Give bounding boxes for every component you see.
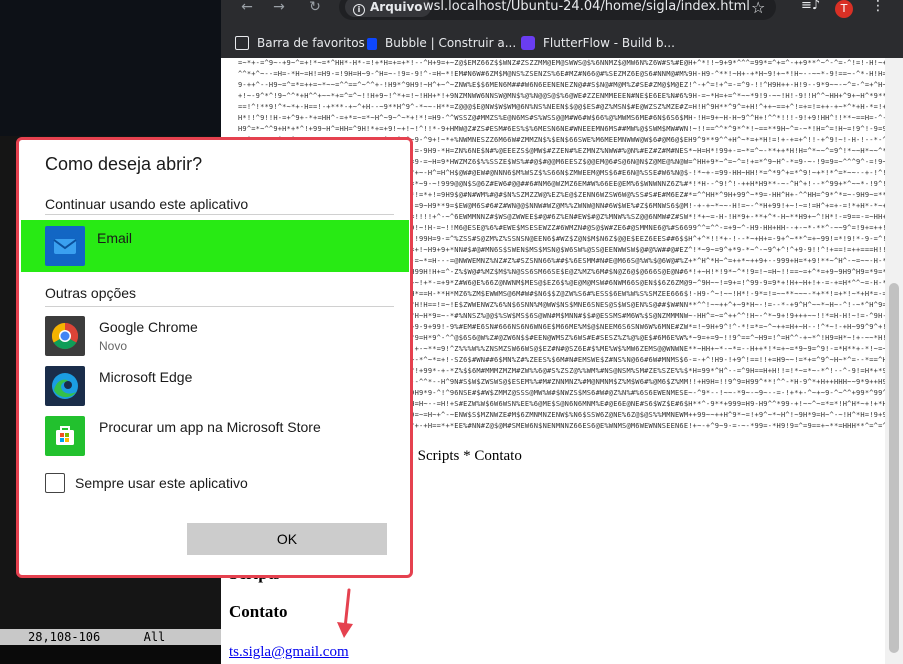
always-use-checkbox[interactable] bbox=[45, 473, 65, 493]
media-controls-icon[interactable]: ≡♪ bbox=[801, 0, 820, 13]
edge-icon bbox=[45, 366, 85, 406]
app-name: Email bbox=[97, 230, 133, 246]
info-icon: i bbox=[353, 4, 365, 16]
bubble-icon bbox=[367, 38, 377, 50]
mail-icon bbox=[45, 226, 85, 266]
forward-icon[interactable]: → bbox=[267, 0, 291, 20]
browser-toolbar: ← → ↻ i Arquivo wsl.localhost/Ubuntu-24.0… bbox=[221, 0, 903, 28]
address-bar[interactable]: i Arquivo wsl.localhost/Ubuntu-24.04/home… bbox=[339, 0, 776, 20]
bookmark-label: Bubble | Construir a... bbox=[385, 36, 517, 50]
app-option-email[interactable]: Email bbox=[21, 220, 409, 272]
terminal-top bbox=[0, 0, 221, 136]
folder-icon bbox=[235, 36, 249, 50]
annotation-arrow bbox=[337, 588, 353, 638]
bookmark-flutterflow[interactable]: FlutterFlow - Build b... bbox=[521, 34, 675, 52]
security-label: Arquivo bbox=[370, 0, 423, 14]
terminal-status-line: 28,108-106 All bbox=[0, 629, 221, 645]
app-sub-label: Novo bbox=[99, 339, 128, 353]
profile-avatar[interactable]: T bbox=[835, 0, 853, 18]
email-link[interactable]: ts.sigla@gmail.com bbox=[229, 644, 349, 661]
terminal-bottom bbox=[0, 645, 221, 664]
site-info-chip[interactable]: i Arquivo bbox=[345, 0, 431, 17]
other-options-label: Outras opções bbox=[45, 285, 137, 301]
flutterflow-icon bbox=[521, 36, 535, 50]
app-name: Procurar um app na Microsoft Store bbox=[99, 419, 321, 435]
dialog-title: Como deseja abrir? bbox=[45, 154, 203, 174]
url-text[interactable]: wsl.localhost/Ubuntu-24.04/home/sigla/in… bbox=[423, 0, 750, 17]
open-with-dialog: Como deseja abrir? Continuar usando este… bbox=[16, 137, 413, 578]
bookmark-favoritos[interactable]: Barra de favoritos bbox=[235, 34, 365, 52]
bookmark-bubble[interactable]: Bubble | Construir a... bbox=[367, 34, 516, 52]
bookmark-label: FlutterFlow - Build b... bbox=[543, 36, 675, 50]
always-use-label[interactable]: Sempre usar este aplicativo bbox=[75, 475, 248, 491]
bookmark-star-icon[interactable]: ☆ bbox=[751, 0, 765, 17]
menu-icon[interactable]: ⋮ bbox=[871, 0, 885, 14]
divider bbox=[45, 214, 394, 215]
page-nav-text: e * Scripts * Contato bbox=[396, 448, 522, 464]
bookmark-label: Barra de favoritos bbox=[257, 36, 365, 50]
bookmarks-bar: Barra de favoritos Bubble | Construir a.… bbox=[221, 28, 903, 58]
contato-heading: Contato bbox=[229, 602, 288, 621]
store-icon bbox=[45, 416, 85, 456]
ok-button[interactable]: OK bbox=[187, 523, 387, 555]
app-name: Google Chrome bbox=[99, 319, 198, 335]
page-scrollbar[interactable] bbox=[885, 58, 903, 664]
chrome-icon bbox=[45, 316, 85, 356]
app-option-store[interactable]: Procurar um app na Microsoft Store bbox=[21, 412, 409, 460]
scrollbar-thumb[interactable] bbox=[889, 283, 899, 653]
continue-section-label: Continuar usando este aplicativo bbox=[45, 196, 249, 212]
app-option-edge[interactable]: Microsoft Edge bbox=[21, 362, 409, 410]
app-name: Microsoft Edge bbox=[99, 369, 193, 385]
divider bbox=[45, 306, 394, 307]
back-icon[interactable]: ← bbox=[235, 0, 259, 20]
reload-icon[interactable]: ↻ bbox=[303, 0, 327, 20]
app-option-chrome[interactable]: Google Chrome Novo bbox=[21, 312, 409, 360]
